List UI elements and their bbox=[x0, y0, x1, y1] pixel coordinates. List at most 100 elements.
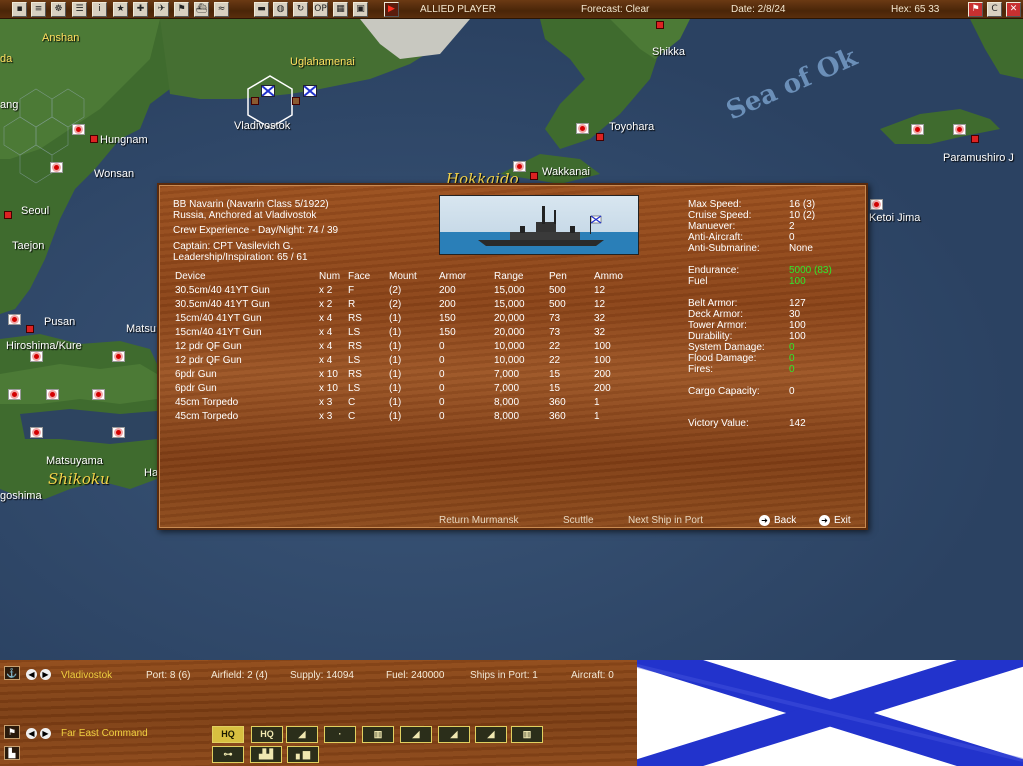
toolbar-save-button[interactable]: ▪ bbox=[12, 2, 27, 17]
toolbar-screen-button[interactable]: ▣ bbox=[353, 2, 368, 17]
ships-in-port[interactable]: Ships in Port: 1 bbox=[470, 670, 538, 681]
prev-base-icon[interactable]: ◀ bbox=[26, 669, 37, 680]
city-label-hungnam[interactable]: Hungnam bbox=[100, 134, 148, 146]
aircraft-count[interactable]: Aircraft: 0 bbox=[571, 670, 614, 681]
base-name[interactable]: Vladivostok bbox=[61, 670, 112, 681]
command-button[interactable]: HQ bbox=[251, 726, 283, 743]
japanese-base-icon[interactable] bbox=[4, 211, 12, 219]
japanese-base-icon[interactable] bbox=[530, 172, 538, 180]
command-name[interactable]: Far East Command bbox=[61, 728, 148, 739]
soviet-unit-icon[interactable] bbox=[303, 85, 317, 97]
command-button[interactable]: ▥ bbox=[362, 726, 394, 743]
device-row[interactable]: 45cm Torpedo x 3 C (1) 0 8,000 360 1 bbox=[175, 409, 634, 423]
city-label-ha[interactable]: Ha bbox=[144, 467, 158, 479]
city-label-taejon[interactable]: Taejon bbox=[12, 240, 44, 252]
base-icon[interactable] bbox=[251, 97, 259, 105]
device-row[interactable]: 6pdr Gun x 10 RS (1) 0 7,000 15 200 bbox=[175, 367, 634, 381]
soviet-unit-icon[interactable] bbox=[261, 85, 275, 97]
japanese-unit-icon[interactable] bbox=[112, 427, 125, 438]
japanese-base-icon[interactable] bbox=[26, 325, 34, 333]
city-label-paramushiro[interactable]: Paramushiro J bbox=[943, 152, 1014, 164]
city-label-uglahamenai[interactable]: Uglahamenai bbox=[290, 56, 355, 68]
factory-icon[interactable]: ▙ bbox=[4, 746, 20, 760]
device-row[interactable]: 30.5cm/40 41YT Gun x 2 R (2) 200 15,000 500 12 bbox=[175, 297, 634, 311]
toolbar-ship-button[interactable]: ⛴ bbox=[194, 2, 209, 17]
scuttle-button[interactable]: Scuttle bbox=[563, 515, 594, 526]
japanese-base-icon[interactable] bbox=[656, 21, 664, 29]
close-icon[interactable]: ✕ bbox=[1006, 2, 1021, 17]
toolbar-flag-button[interactable]: ⚑ bbox=[174, 2, 189, 17]
prev-command-icon[interactable]: ◀ bbox=[26, 728, 37, 739]
device-row[interactable]: 30.5cm/40 41YT Gun x 2 F (2) 200 15,000 500 12 bbox=[175, 283, 634, 297]
japanese-unit-icon[interactable] bbox=[8, 389, 21, 400]
base-icon[interactable] bbox=[292, 97, 300, 105]
city-label-anshan[interactable]: Anshan bbox=[42, 32, 79, 44]
toolbar-earth-button[interactable]: ◍ bbox=[273, 2, 288, 17]
command-button[interactable]: ▖▆ bbox=[287, 746, 319, 763]
city-label-vladivostok[interactable]: Vladivostok bbox=[234, 120, 290, 132]
device-row[interactable]: 15cm/40 41YT Gun x 4 LS (1) 150 20,000 73 32 bbox=[175, 325, 634, 339]
toolbar-replay-button[interactable]: ↻ bbox=[293, 2, 308, 17]
japanese-unit-icon[interactable] bbox=[576, 123, 589, 134]
japanese-unit-icon[interactable] bbox=[8, 314, 21, 325]
city-label-da[interactable]: da bbox=[0, 53, 12, 65]
device-row[interactable]: 45cm Torpedo x 3 C (1) 0 8,000 360 1 bbox=[175, 395, 634, 409]
japanese-base-icon[interactable] bbox=[971, 135, 979, 143]
command-button[interactable]: ◢ bbox=[438, 726, 470, 743]
anchor-icon[interactable]: ⚓ bbox=[4, 666, 20, 680]
next-base-icon[interactable]: ▶ bbox=[40, 669, 51, 680]
command-button[interactable]: ◢ bbox=[286, 726, 318, 743]
next-command-icon[interactable]: ▶ bbox=[40, 728, 51, 739]
toolbar-tank-button[interactable]: ▬ bbox=[254, 2, 269, 17]
city-label-wonsan[interactable]: Wonsan bbox=[94, 168, 134, 180]
city-label-wakkanai[interactable]: Wakkanai bbox=[542, 166, 590, 178]
device-row[interactable]: 6pdr Gun x 10 LS (1) 0 7,000 15 200 bbox=[175, 381, 634, 395]
toolbar-globe-button[interactable]: ☸ bbox=[51, 2, 66, 17]
return-murmansk-button[interactable]: Return Murmansk bbox=[439, 515, 518, 526]
city-label-goshima[interactable]: goshima bbox=[0, 490, 42, 502]
toolbar-plane-button[interactable]: ✈ bbox=[154, 2, 169, 17]
toolbar-list-button[interactable]: ☰ bbox=[72, 2, 87, 17]
command-button[interactable]: HQ bbox=[212, 726, 244, 743]
toolbar-calc-button[interactable]: ▦ bbox=[333, 2, 348, 17]
japanese-unit-icon[interactable] bbox=[30, 427, 43, 438]
japanese-unit-icon[interactable] bbox=[112, 351, 125, 362]
command-button[interactable]: ▟▟ bbox=[250, 746, 282, 763]
command-button[interactable]: · bbox=[324, 726, 356, 743]
city-label-shikka[interactable]: Shikka bbox=[652, 46, 685, 58]
japanese-unit-icon[interactable] bbox=[870, 199, 883, 210]
toolbar-star-button[interactable]: ★ bbox=[113, 2, 128, 17]
city-label-seoul[interactable]: Seoul bbox=[21, 205, 49, 217]
toolbar-op-button[interactable]: OP bbox=[313, 2, 328, 17]
flag-icon[interactable]: ⚑ bbox=[4, 725, 20, 739]
japanese-unit-icon[interactable] bbox=[953, 124, 966, 135]
command-button[interactable]: ◢ bbox=[475, 726, 507, 743]
city-label-pusan[interactable]: Pusan bbox=[44, 316, 75, 328]
city-label-ketoi[interactable]: Ketoi Jima bbox=[869, 212, 920, 224]
command-button[interactable]: ▥ bbox=[511, 726, 543, 743]
next-ship-button[interactable]: Next Ship in Port bbox=[628, 515, 703, 526]
flag-icon[interactable]: ⚑ bbox=[968, 2, 983, 17]
toolbar-plus-button[interactable]: ✚ bbox=[133, 2, 148, 17]
device-row[interactable]: 12 pdr QF Gun x 4 LS (1) 0 10,000 22 100 bbox=[175, 353, 634, 367]
city-label-toyohara[interactable]: Toyohara bbox=[609, 121, 654, 133]
back-button[interactable]: ➜ Back bbox=[759, 515, 796, 526]
japanese-unit-icon[interactable] bbox=[911, 124, 924, 135]
japanese-unit-icon[interactable] bbox=[50, 162, 63, 173]
japanese-unit-icon[interactable] bbox=[513, 161, 526, 172]
toolbar-report-button[interactable]: ≡ bbox=[31, 2, 46, 17]
japanese-base-icon[interactable] bbox=[596, 133, 604, 141]
japanese-unit-icon[interactable] bbox=[92, 389, 105, 400]
captain-name[interactable]: Captain: CPT Vasilevich G. bbox=[173, 241, 293, 252]
city-label-ang[interactable]: ang bbox=[0, 99, 18, 111]
device-row[interactable]: 12 pdr QF Gun x 4 RS (1) 0 10,000 22 100 bbox=[175, 339, 634, 353]
city-label-matsu[interactable]: Matsu bbox=[126, 323, 156, 335]
japanese-unit-icon[interactable] bbox=[30, 351, 43, 362]
exit-button[interactable]: ➜ Exit bbox=[819, 515, 851, 526]
japanese-unit-icon[interactable] bbox=[46, 389, 59, 400]
city-label-matsuyama[interactable]: Matsuyama bbox=[46, 455, 103, 467]
device-row[interactable]: 15cm/40 41YT Gun x 4 RS (1) 150 20,000 73 32 bbox=[175, 311, 634, 325]
c-button[interactable]: C bbox=[987, 2, 1002, 17]
command-button[interactable]: ◢ bbox=[400, 726, 432, 743]
japanese-unit-icon[interactable] bbox=[72, 124, 85, 135]
